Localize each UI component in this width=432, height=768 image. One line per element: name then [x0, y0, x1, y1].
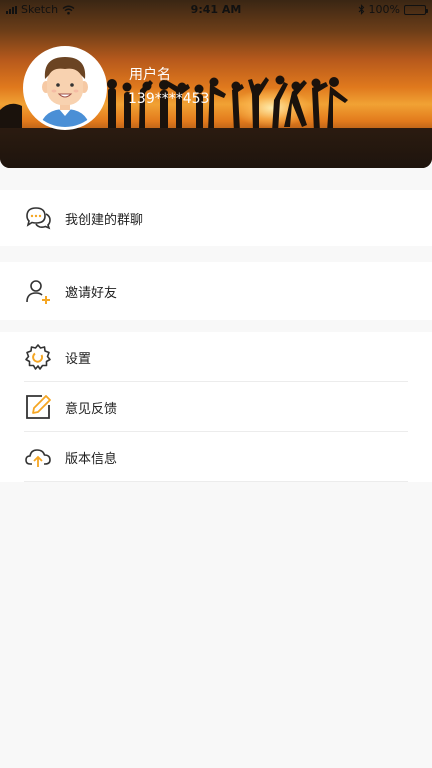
- menu-item-feedback[interactable]: 意见反馈: [0, 382, 432, 432]
- battery-icon: [404, 4, 428, 15]
- add-user-icon: [26, 280, 50, 304]
- menu-item-invite-friends[interactable]: 邀请好友: [0, 262, 432, 320]
- invite-friends-label: 邀请好友: [65, 285, 118, 301]
- phone-number: 139****453: [128, 91, 210, 107]
- section-invite: 邀请好友: [0, 262, 432, 320]
- username: 用户名: [129, 67, 171, 83]
- battery-percent: 100%: [368, 3, 400, 16]
- section-group-chats: 我创建的群聊: [0, 190, 432, 246]
- settings-label: 设置: [65, 351, 92, 367]
- avatar[interactable]: [23, 46, 107, 130]
- gear-icon: [25, 344, 51, 370]
- profile-header: Sketch 9:41 AM 100% 用户名 139****453: [0, 0, 432, 168]
- status-bar: Sketch 9:41 AM 100%: [0, 0, 432, 20]
- status-right: 100%: [358, 3, 428, 16]
- avatar-illustration: [26, 49, 104, 127]
- menu-item-group-chats[interactable]: 我创建的群聊: [0, 190, 432, 246]
- menu-item-version-info[interactable]: 版本信息: [0, 432, 432, 482]
- ground-shadow: [0, 128, 432, 168]
- group-chats-label: 我创建的群聊: [65, 212, 144, 228]
- version-info-label: 版本信息: [65, 451, 118, 467]
- chat-bubbles-icon: [26, 207, 51, 230]
- cloud-upload-icon: [25, 449, 51, 467]
- section-more: 设置 意见反馈 版本信息: [0, 332, 432, 482]
- bluetooth-icon: [358, 4, 364, 15]
- menu-item-settings[interactable]: 设置: [0, 332, 432, 382]
- feedback-label: 意见反馈: [65, 401, 118, 417]
- edit-icon: [26, 395, 51, 419]
